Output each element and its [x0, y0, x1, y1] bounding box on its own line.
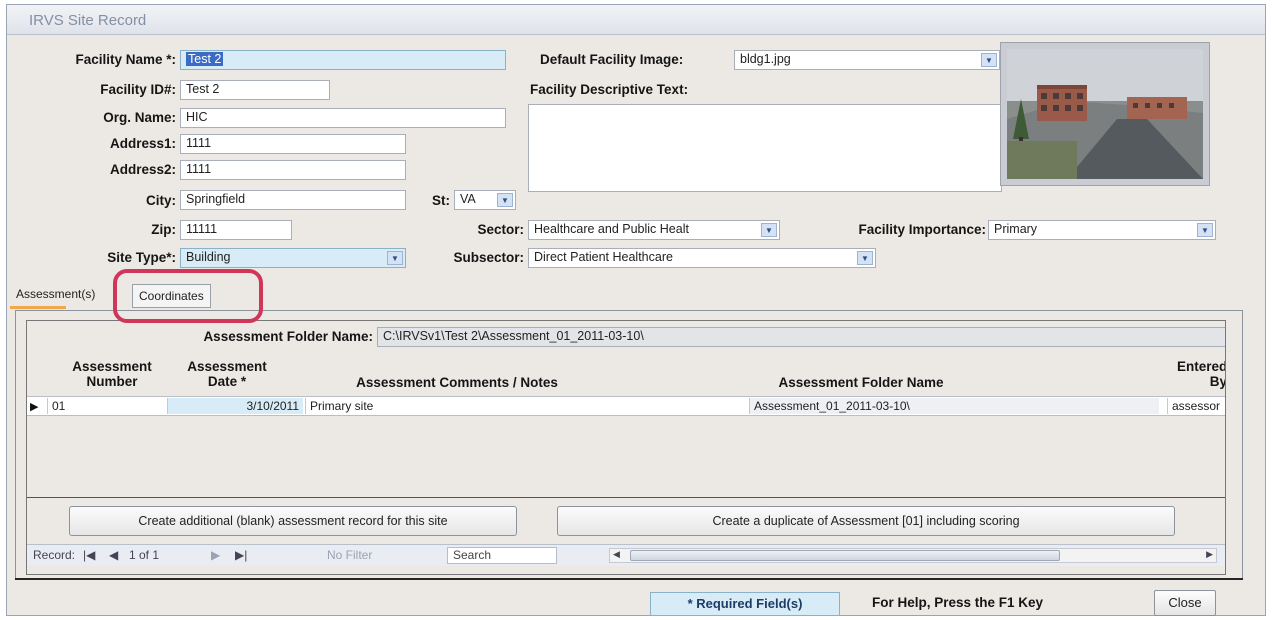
assessment-folder-field[interactable]: C:\IRVSv1\Test 2\Assessment_01_2011-03-1…	[377, 327, 1225, 347]
address1-label: Address1:	[109, 136, 176, 151]
coordinates-tab-highlight	[113, 269, 263, 323]
chevron-down-icon[interactable]: ▼	[981, 53, 997, 67]
descriptive-text-label: Facility Descriptive Text:	[530, 82, 689, 97]
title-bar: IRVS Site Record	[7, 5, 1265, 35]
chevron-down-icon[interactable]: ▼	[497, 193, 513, 207]
record-label: Record:	[33, 548, 76, 562]
site-type-label: Site Type*:	[107, 250, 176, 265]
site-type-select[interactable]: Building ▼	[180, 248, 406, 268]
descriptive-text-field[interactable]	[528, 104, 1002, 192]
cell-comments[interactable]: Primary site	[305, 398, 745, 414]
next-record-icon[interactable]: ▶	[211, 548, 220, 562]
create-duplicate-assessment-button[interactable]: Create a duplicate of Assessment [01] in…	[557, 506, 1175, 536]
divider	[27, 497, 1225, 498]
help-text: For Help, Press the F1 Key	[872, 595, 1044, 610]
site-type-value: Building	[186, 250, 231, 264]
required-fields-badge: * Required Field(s)	[650, 592, 840, 616]
last-record-icon[interactable]: ▶|	[235, 548, 247, 562]
address2-field[interactable]: 1111	[180, 160, 406, 180]
state-label: St:	[432, 193, 450, 208]
close-button[interactable]: Close	[1154, 590, 1216, 616]
importance-label: Facility Importance:	[858, 222, 986, 237]
zip-label: Zip:	[151, 222, 176, 237]
column-header-date: Assessment Date *	[187, 359, 267, 389]
no-filter-indicator[interactable]: No Filter	[327, 548, 372, 562]
column-header-entered-by: Entered By	[1177, 359, 1226, 389]
state-select[interactable]: VA ▼	[454, 190, 516, 210]
sector-select[interactable]: Healthcare and Public Healt ▼	[528, 220, 780, 240]
column-header-folder: Assessment Folder Name	[778, 375, 944, 390]
create-blank-assessment-button[interactable]: Create additional (blank) assessment rec…	[69, 506, 517, 536]
chevron-down-icon[interactable]: ▼	[1197, 223, 1213, 237]
column-header-number: Assessment Number	[72, 359, 152, 389]
sector-label: Sector:	[477, 222, 524, 237]
record-position[interactable]: 1 of 1	[129, 548, 159, 562]
scrollbar-thumb[interactable]	[630, 550, 1060, 561]
scroll-right-icon[interactable]: ▶	[1206, 549, 1213, 560]
chevron-down-icon[interactable]: ▼	[857, 251, 873, 265]
subsector-label: Subsector:	[453, 250, 524, 265]
subsector-value: Direct Patient Healthcare	[534, 250, 673, 264]
cell-date[interactable]: 3/10/2011	[167, 398, 303, 414]
facility-name-label: Facility Name *:	[75, 52, 176, 67]
state-value: VA	[460, 192, 476, 206]
tab-assessments[interactable]: Assessment(s)	[12, 284, 99, 306]
window-title: IRVS Site Record	[29, 12, 147, 29]
cell-entered-by[interactable]: assessor	[1167, 398, 1225, 414]
record-navigation-bar: Record: |◀ ◀ 1 of 1 ▶ ▶| No Filter Searc…	[27, 544, 1225, 566]
table-row[interactable]: ▶ 01 3/10/2011 Primary site Assessment_0…	[27, 396, 1225, 416]
org-name-label: Org. Name:	[103, 110, 176, 125]
assessments-subform: Assessment Folder Name: C:\IRVSv1\Test 2…	[26, 320, 1226, 575]
cell-folder[interactable]: Assessment_01_2011-03-10\	[749, 398, 1159, 414]
subsector-select[interactable]: Direct Patient Healthcare ▼	[528, 248, 876, 268]
city-field[interactable]: Springfield	[180, 190, 406, 210]
zip-field[interactable]: 11111	[180, 220, 292, 240]
active-tab-indicator	[10, 306, 66, 309]
city-label: City:	[146, 193, 176, 208]
assessment-folder-label: Assessment Folder Name:	[203, 329, 373, 344]
previous-record-icon[interactable]: ◀	[109, 548, 118, 562]
default-image-label: Default Facility Image:	[540, 52, 684, 67]
org-name-field[interactable]: HIC	[180, 108, 506, 128]
cell-number[interactable]: 01	[47, 398, 147, 414]
address1-field[interactable]: 1111	[180, 134, 406, 154]
horizontal-scrollbar[interactable]: ◀ ▶	[609, 548, 1217, 563]
chevron-down-icon[interactable]: ▼	[761, 223, 777, 237]
scroll-left-icon[interactable]: ◀	[613, 549, 620, 560]
facility-name-field[interactable]: Test 2	[180, 50, 506, 70]
importance-select[interactable]: Primary ▼	[988, 220, 1216, 240]
importance-value: Primary	[994, 222, 1038, 236]
record-selector-icon[interactable]: ▶	[30, 400, 38, 413]
facility-id-label: Facility ID#:	[100, 82, 176, 97]
facility-id-field[interactable]: Test 2	[180, 80, 330, 100]
sector-value: Healthcare and Public Healt	[534, 222, 689, 236]
default-image-value: bldg1.jpg	[740, 52, 791, 66]
default-image-select[interactable]: bldg1.jpg ▼	[734, 50, 1000, 70]
facility-photo-graphic	[1007, 49, 1203, 179]
facility-image	[1000, 42, 1210, 186]
footer-divider	[15, 578, 1243, 580]
column-header-comments: Assessment Comments / Notes	[356, 375, 558, 390]
first-record-icon[interactable]: |◀	[83, 548, 95, 562]
search-input[interactable]: Search	[447, 547, 557, 564]
address2-label: Address2:	[109, 162, 176, 177]
